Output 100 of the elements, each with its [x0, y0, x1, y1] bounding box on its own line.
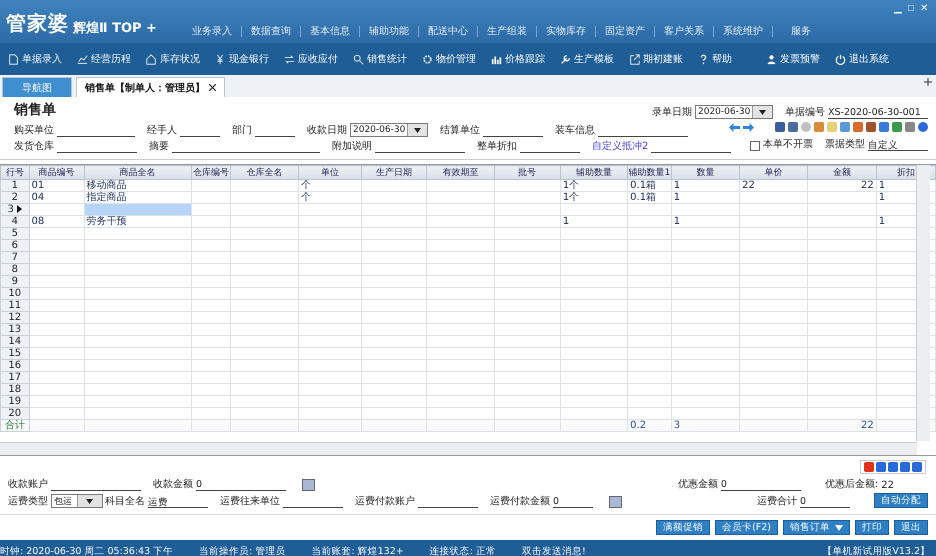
menu-item[interactable]: 服务 — [772, 26, 820, 37]
horizontal-scrollbar[interactable] — [0, 442, 917, 455]
tab[interactable]: 导航图 — [2, 77, 72, 97]
menu-item[interactable]: 生产组装 — [478, 26, 537, 37]
row-number: 14 — [0, 336, 30, 348]
field-label: 摘要 — [149, 140, 169, 153]
date-dropdown[interactable]: 2020-06-30 — [695, 105, 773, 119]
document-icon — [8, 54, 19, 64]
status-text: 时钟: 2020-06-30 周二 05:36:43 下午 — [0, 544, 174, 556]
left-arrow-icon[interactable] — [729, 122, 740, 132]
field-label: 收款金额 — [153, 478, 193, 491]
vertical-scrollbar[interactable] — [916, 165, 930, 441]
column-header[interactable]: 辅助数量1 — [628, 166, 672, 180]
action-button[interactable]: 满额促销 — [656, 520, 710, 535]
date-dropdown[interactable]: 2020-06-30 — [350, 123, 428, 137]
column-header[interactable]: 批号 — [494, 166, 560, 180]
field-value: 22 — [881, 480, 894, 491]
column-header[interactable]: 有效期至 — [426, 166, 494, 180]
tab[interactable]: 销售单【制单人：管理员】 — [76, 77, 225, 97]
input-field[interactable]: 0 — [196, 479, 286, 491]
menu-item[interactable]: 客户关系 — [654, 26, 714, 37]
field-label: 运费类型 — [8, 494, 48, 508]
input-field[interactable]: 0 — [720, 479, 801, 491]
column-header[interactable]: 数量 — [671, 166, 740, 180]
table-cell: 个 — [298, 180, 362, 192]
column-header[interactable]: 仓库全名 — [230, 166, 298, 180]
menu-item[interactable]: 辅助功能 — [360, 26, 419, 37]
status-text: 当前账套: 辉煌132+ — [311, 544, 404, 556]
toolbar-button[interactable]: 应收应付 — [284, 52, 338, 66]
menu-item[interactable]: 业务录入 — [182, 26, 242, 37]
field-label: 整单折扣 — [477, 140, 517, 153]
toolbar-button[interactable]: 物价管理 — [422, 52, 476, 66]
wrench-icon — [560, 54, 571, 64]
total-cell: 22 — [808, 420, 876, 432]
dropdown-arrow-icon[interactable] — [759, 110, 766, 114]
column-header[interactable]: 商品编号 — [29, 166, 84, 180]
column-header[interactable]: 行号 — [0, 166, 30, 180]
toolbar-button[interactable]: 经营历程 — [77, 52, 131, 66]
field-label: 附加说明 — [332, 140, 372, 153]
menu-item[interactable]: 基本信息 — [300, 26, 360, 37]
row-number: 17 — [0, 372, 30, 384]
action-button[interactable]: 销售订单 — [783, 520, 850, 535]
input-field[interactable]: XS-2020-06-30-001 — [828, 107, 928, 119]
right-arrow-icon[interactable] — [743, 122, 754, 132]
input-field[interactable]: 0 — [553, 496, 593, 508]
field-label: 科目全名 — [105, 494, 145, 508]
field-label: 优惠后金额: — [824, 478, 878, 491]
toolbar-button[interactable]: 销售统计 — [353, 52, 407, 66]
row-number: 4 — [0, 216, 30, 228]
pin-icon[interactable] — [924, 78, 932, 86]
menu-item[interactable]: 数据查询 — [242, 26, 301, 37]
toolbar-button[interactable]: 单据录入 — [8, 52, 62, 66]
window-control[interactable]: ▁ — [894, 2, 902, 14]
app-edition: 辉煌Ⅱ TOP + — [73, 20, 157, 37]
close-icon[interactable] — [209, 84, 216, 91]
table-cell: 个 — [298, 192, 362, 204]
menu-item[interactable]: 配送中心 — [418, 26, 478, 37]
window-control[interactable]: ✕ — [920, 2, 928, 14]
toolbar-button[interactable]: 帮助 — [698, 52, 732, 66]
column-header[interactable]: 辅助数量 — [560, 166, 628, 180]
input-field[interactable]: 自定义 — [868, 139, 928, 151]
total-label: 合计 — [0, 420, 30, 432]
current-row-icon — [17, 204, 22, 213]
input-field[interactable]: 运费 — [148, 496, 208, 508]
column-header[interactable]: 商品全名 — [84, 166, 192, 180]
row-number: 19 — [0, 396, 30, 408]
row-number: 11 — [0, 300, 30, 312]
table-cell: 08 — [29, 216, 84, 228]
action-button[interactable]: 打印 — [855, 520, 889, 535]
column-header[interactable]: 金额 — [808, 166, 876, 180]
column-header[interactable]: 仓库编号 — [191, 166, 231, 180]
input-field[interactable]: 0 — [800, 496, 850, 508]
checkbox[interactable] — [750, 141, 760, 151]
dropdown-arrow-icon[interactable] — [86, 498, 94, 504]
toolbar-button[interactable]: 现金银行 — [215, 52, 269, 66]
column-header[interactable]: 单价 — [740, 166, 808, 180]
field-label: 运费往来单位 — [220, 494, 280, 508]
toolbar-button[interactable]: 发票预警 — [766, 52, 820, 66]
app-logo: 管家婆 — [6, 10, 69, 37]
menu-item[interactable]: 系统维护 — [714, 26, 773, 37]
column-header[interactable]: 生产日期 — [362, 166, 427, 180]
action-button[interactable]: 退出 — [894, 520, 928, 535]
freight-type-dropdown[interactable]: 包运 — [51, 494, 103, 508]
toolbar-button[interactable]: 价格跟踪 — [491, 52, 545, 66]
menu-item[interactable]: 实物库存 — [536, 26, 596, 37]
toolbar-button[interactable]: 库存状况 — [146, 52, 200, 66]
toolbar-button[interactable]: 生产模板 — [560, 52, 614, 66]
auto-allocate-button[interactable]: 自动分配 — [874, 493, 928, 508]
menu-item[interactable]: 固定资产 — [596, 26, 655, 37]
toolbar-button[interactable]: 期初建账 — [629, 52, 683, 66]
custom-field-link[interactable]: 自定义抵冲2 — [592, 139, 648, 153]
dropdown-arrow-icon[interactable] — [414, 128, 422, 132]
line-chart-icon — [77, 54, 88, 64]
table-cell: 0.1箱 — [628, 192, 672, 204]
toolbar-button[interactable]: 退出系统 — [835, 52, 889, 66]
row-number: 1 — [0, 180, 30, 192]
window-control[interactable]: □ — [908, 2, 914, 14]
column-header[interactable]: 单位 — [298, 166, 362, 180]
row-number: 12 — [0, 312, 30, 324]
action-button[interactable]: 会员卡(F2) — [715, 520, 778, 535]
